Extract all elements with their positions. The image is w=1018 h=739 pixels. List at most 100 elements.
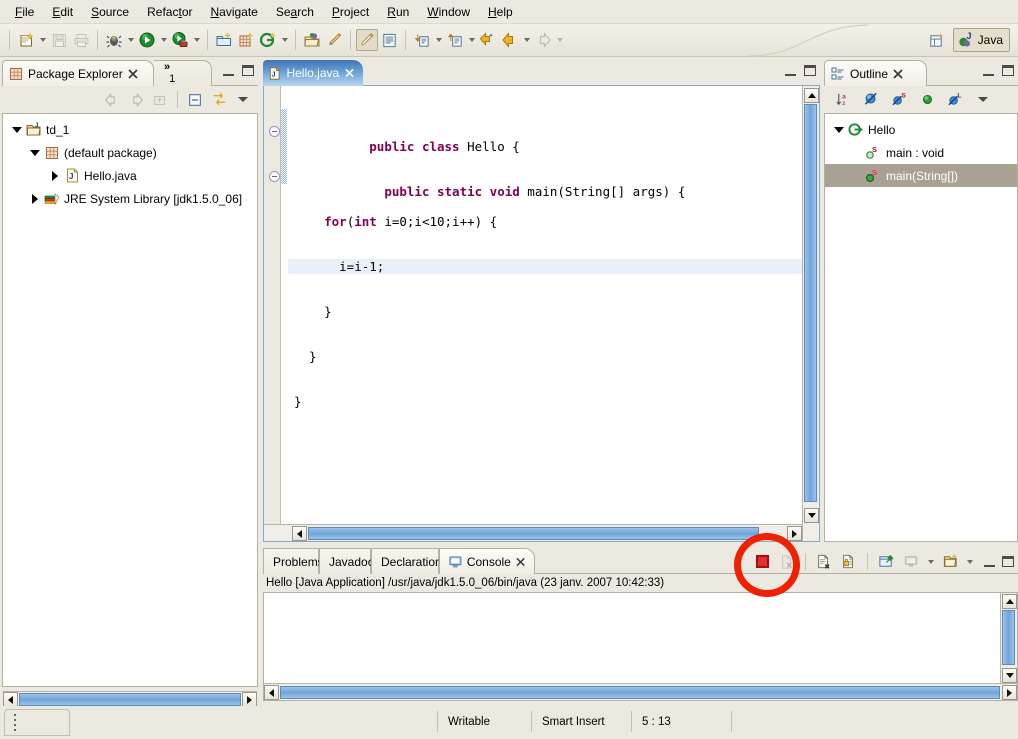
menu-window[interactable]: Window [418,3,479,21]
twisty-open-icon[interactable] [831,122,847,138]
tab-console[interactable]: Console [439,548,535,574]
maximize-icon[interactable] [1002,65,1014,76]
tree-item-hello-java[interactable]: J Hello.java [3,164,257,187]
toggle-mark-occurrences-button[interactable] [356,29,378,51]
menu-edit[interactable]: Edit [43,3,82,21]
collapse-all-button[interactable] [184,89,206,111]
hide-local-types-button[interactable]: L [944,89,966,111]
twisty-closed-icon[interactable] [47,168,63,184]
tree-item-jre-system-library[interactable]: JRE System Library [jdk1.5.0_06] [3,187,257,210]
external-tools-button[interactable] [169,29,191,51]
back-dropdown[interactable] [521,29,532,51]
editor-vscrollbar[interactable] [802,86,819,541]
search-button[interactable] [323,29,345,51]
minimize-icon[interactable] [223,67,234,76]
next-annotation-dropdown[interactable] [433,29,444,51]
minimize-icon[interactable] [983,67,994,76]
maximize-icon[interactable] [242,65,254,76]
previous-annotation-dropdown[interactable] [466,29,477,51]
external-tools-dropdown[interactable] [191,29,202,51]
twisty-closed-icon[interactable] [27,191,43,207]
save-button[interactable] [48,29,70,51]
debug-dropdown[interactable] [125,29,136,51]
tab-overflow-indicator[interactable]: » 1 [154,60,212,86]
tab-problems[interactable]: Problems [263,548,324,574]
scroll-left-arrow[interactable] [292,526,307,541]
new-class-button[interactable] [257,29,279,51]
forward-button[interactable] [125,89,147,111]
menu-file[interactable]: File [6,3,43,21]
menu-project[interactable]: Project [323,3,378,21]
tab-hello-java[interactable]: J Hello.java [263,60,363,86]
display-selected-console-button[interactable] [900,551,922,573]
java-source-editor[interactable]: public class Hello { public static void … [263,86,820,542]
menu-navigate[interactable]: Navigate [201,3,266,21]
scroll-thumb[interactable] [804,104,817,502]
editor-gutter[interactable] [264,86,281,541]
back-button[interactable] [101,89,123,111]
outline-item-main-string[interactable]: S main(String[]) [825,164,1017,187]
scroll-down-arrow[interactable] [1002,668,1017,683]
forward-button[interactable] [532,29,554,51]
tab-outline[interactable]: Outline [824,60,927,86]
tab-declaration[interactable]: Declaration [371,548,442,574]
console-hscrollbar[interactable] [264,683,1017,700]
up-button[interactable] [149,89,171,111]
scroll-right-arrow[interactable] [787,526,802,541]
back-button[interactable] [499,29,521,51]
perspective-java-button[interactable]: J Java [952,28,1010,52]
fold-collapse-icon[interactable] [269,171,280,182]
link-with-editor-button[interactable] [208,89,230,111]
twisty-open-icon[interactable] [9,122,25,138]
close-icon[interactable] [893,68,903,79]
menu-help[interactable]: Help [479,3,522,21]
scroll-thumb[interactable] [280,686,1000,699]
twisty-open-icon[interactable] [27,145,43,161]
scroll-up-arrow[interactable] [1002,594,1017,609]
sort-button[interactable]: a z [832,89,854,111]
menu-refactor[interactable]: Refactor [138,3,201,21]
tree-item-default-package[interactable]: (default package) [3,141,257,164]
run-button[interactable] [136,29,158,51]
maximize-icon[interactable] [804,65,816,76]
print-button[interactable] [70,29,92,51]
close-icon[interactable] [345,68,354,78]
hide-nonpublic-button[interactable] [916,89,938,111]
view-menu-button[interactable] [232,89,254,111]
pin-console-button[interactable] [875,551,897,573]
previous-annotation-button[interactable] [444,29,466,51]
scroll-thumb[interactable] [308,527,759,540]
scroll-thumb[interactable] [1002,610,1015,665]
remove-launch-button[interactable] [776,551,798,573]
open-perspective-button[interactable] [925,29,949,51]
scroll-right-arrow[interactable] [242,692,257,707]
show-whitespace-button[interactable] [378,29,400,51]
next-annotation-button[interactable] [411,29,433,51]
outline-item-main-void[interactable]: S main : void [825,141,1017,164]
view-menu-button[interactable] [972,89,994,111]
scroll-lock-button[interactable] [838,551,860,573]
scroll-right-arrow[interactable] [1002,685,1017,700]
forward-dropdown[interactable] [554,29,565,51]
terminate-button[interactable] [751,551,773,573]
source-code[interactable]: public class Hello { public static void … [269,86,819,541]
tab-package-explorer[interactable]: Package Explorer [2,60,154,86]
run-dropdown[interactable] [158,29,169,51]
minimize-icon[interactable] [984,558,995,567]
open-console-dropdown[interactable] [964,551,975,573]
clear-console-button[interactable] [813,551,835,573]
scroll-left-arrow[interactable] [264,685,279,700]
display-console-dropdown[interactable] [925,551,936,573]
console-vscrollbar[interactable] [1000,593,1017,683]
menu-search[interactable]: Search [267,3,323,21]
fold-collapse-icon[interactable] [269,126,280,137]
new-package-button[interactable] [235,29,257,51]
scroll-up-arrow[interactable] [804,88,819,103]
new-class-dropdown[interactable] [279,29,290,51]
hide-fields-button[interactable] [860,89,882,111]
debug-button[interactable] [103,29,125,51]
package-explorer-hscrollbar[interactable] [3,691,257,707]
menu-run[interactable]: Run [378,3,418,21]
last-edit-location-button[interactable] [477,29,499,51]
close-icon[interactable] [128,68,138,79]
